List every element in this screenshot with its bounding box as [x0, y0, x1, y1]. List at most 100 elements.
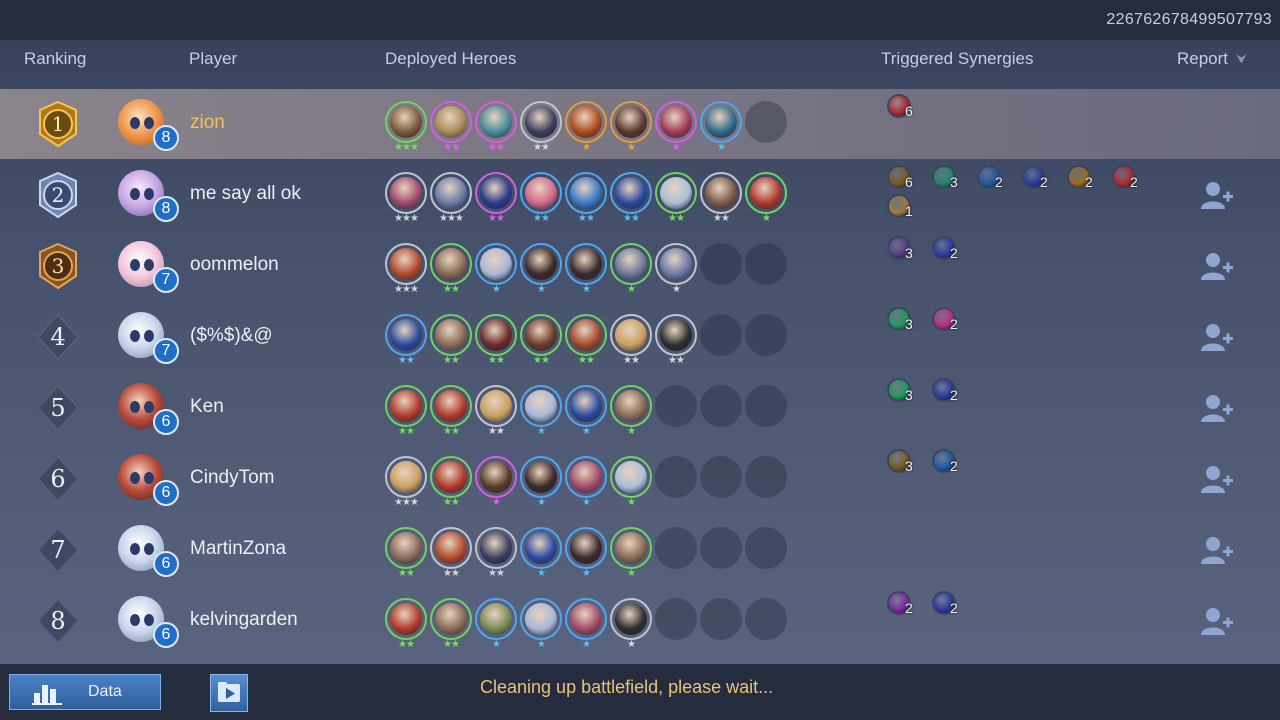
synergy-item[interactable]: 2 — [932, 449, 976, 474]
header-report[interactable]: Report ⮟ — [1177, 49, 1247, 69]
hero-portrait[interactable] — [565, 101, 607, 143]
synergy-item[interactable]: 6 — [887, 94, 931, 119]
hero-stars: ★ — [672, 142, 681, 153]
hero-portrait[interactable] — [610, 385, 652, 427]
hero-portrait[interactable] — [430, 598, 472, 640]
hero-portrait[interactable] — [430, 456, 472, 498]
hero-portrait[interactable] — [655, 243, 697, 285]
synergy-item[interactable]: 2 — [1067, 165, 1111, 190]
hero-portrait[interactable] — [385, 456, 427, 498]
synergy-item[interactable]: 2 — [932, 378, 976, 403]
hero-portrait[interactable] — [520, 456, 562, 498]
synergy-item[interactable]: 3 — [887, 236, 931, 261]
synergy-item[interactable]: 3 — [887, 449, 931, 474]
hero-portrait[interactable] — [565, 598, 607, 640]
synergy-item[interactable]: 2 — [1022, 165, 1066, 190]
synergy-item[interactable]: 2 — [932, 591, 976, 616]
hero-portrait[interactable] — [565, 314, 607, 356]
data-button[interactable]: Data — [9, 674, 161, 710]
add-friend-button[interactable] — [1198, 391, 1234, 427]
hero-portrait[interactable] — [430, 527, 472, 569]
hero-portrait[interactable] — [385, 598, 427, 640]
hero-face — [435, 603, 467, 635]
hero-portrait[interactable] — [430, 243, 472, 285]
hero-face — [750, 177, 782, 209]
hero-portrait[interactable] — [385, 101, 427, 143]
hero-portrait[interactable] — [475, 101, 517, 143]
hero-portrait[interactable] — [610, 598, 652, 640]
hero-portrait[interactable] — [475, 172, 517, 214]
hero-portrait[interactable] — [565, 456, 607, 498]
hero-portrait[interactable] — [385, 314, 427, 356]
hero-portrait[interactable] — [610, 101, 652, 143]
hero-portrait[interactable] — [430, 172, 472, 214]
hero-portrait[interactable] — [385, 385, 427, 427]
hero-portrait[interactable] — [655, 172, 697, 214]
hero-portrait[interactable] — [565, 527, 607, 569]
hero-portrait[interactable] — [520, 172, 562, 214]
hero-portrait[interactable] — [475, 456, 517, 498]
hero-portrait[interactable] — [610, 172, 652, 214]
hero-portrait[interactable] — [610, 314, 652, 356]
hero-portrait[interactable] — [475, 243, 517, 285]
player-row[interactable]: 3 7 oommelon ★★★ ★★ ★ ★ ★ ★ ★ 3 2 — [0, 231, 1280, 301]
hero-portrait[interactable] — [745, 172, 787, 214]
hero-portrait[interactable] — [565, 172, 607, 214]
synergy-item[interactable]: 3 — [932, 165, 976, 190]
player-row[interactable]: 7 6 MartinZona ★★ ★★ ★★ ★ ★ ★ — [0, 515, 1280, 585]
synergy-item[interactable]: 1 — [887, 194, 931, 219]
player-row[interactable]: 2 8 me say all ok ★★★ ★★★ ★★ ★★ ★★ ★★ ★★ ★★ ★ 6 3 2 2 2 2… — [0, 160, 1280, 230]
hero-portrait[interactable] — [655, 314, 697, 356]
hero-portrait[interactable] — [430, 385, 472, 427]
hero-portrait[interactable] — [700, 172, 742, 214]
hero-portrait[interactable] — [610, 527, 652, 569]
hero-portrait[interactable] — [520, 385, 562, 427]
hero-portrait[interactable] — [520, 101, 562, 143]
synergy-item[interactable]: 3 — [887, 307, 931, 332]
hero-stars: ★ — [537, 568, 546, 579]
hero-portrait[interactable] — [655, 101, 697, 143]
hero-portrait[interactable] — [520, 598, 562, 640]
player-row[interactable]: 5 6 Ken ★★ ★★ ★★ ★ ★ ★ 3 2 — [0, 373, 1280, 443]
hero-portrait[interactable] — [475, 527, 517, 569]
player-row[interactable]: 4 7 ($%$)&@ ★★ ★★ ★★ ★★ ★★ ★★ ★★ 3 2 — [0, 302, 1280, 372]
hero-portrait[interactable] — [610, 456, 652, 498]
synergy-item[interactable]: 2 — [1112, 165, 1156, 190]
hero-portrait[interactable] — [565, 243, 607, 285]
hero-portrait[interactable] — [520, 314, 562, 356]
synergy-item[interactable]: 2 — [887, 591, 931, 616]
synergy-item[interactable]: 2 — [932, 236, 976, 261]
hero-portrait[interactable] — [475, 598, 517, 640]
hero-portrait[interactable] — [610, 243, 652, 285]
replay-button[interactable] — [210, 674, 248, 712]
player-row[interactable]: 6 6 CindyTom ★★★ ★★ ★ ★ ★ ★ 3 2 — [0, 444, 1280, 514]
hero-portrait[interactable] — [520, 243, 562, 285]
hero-portrait[interactable] — [430, 314, 472, 356]
player-row[interactable]: 1 8 zion ★★★ ★★ ★★ ★★ ★ ★ ★ ★ 6 — [0, 89, 1280, 159]
add-friend-button[interactable] — [1198, 320, 1234, 356]
rank-number: 4 — [50, 323, 66, 351]
hero-stars: ★★★ — [394, 213, 419, 224]
synergy-item[interactable]: 6 — [887, 165, 931, 190]
hero-portrait[interactable] — [430, 101, 472, 143]
hero-portrait[interactable] — [385, 243, 427, 285]
hero-portrait[interactable] — [700, 101, 742, 143]
hero-portrait[interactable] — [520, 527, 562, 569]
hero-portrait[interactable] — [385, 527, 427, 569]
add-friend-button[interactable] — [1198, 604, 1234, 640]
synergy-count: 2 — [1130, 174, 1138, 190]
hero-portrait[interactable] — [475, 385, 517, 427]
synergy-count: 3 — [950, 174, 958, 190]
add-friend-button[interactable] — [1198, 462, 1234, 498]
player-row[interactable]: 8 6 kelvingarden ★★ ★★ ★ ★ ★ ★ 2 2 — [0, 586, 1280, 656]
synergy-item[interactable]: 2 — [977, 165, 1021, 190]
hero-portrait[interactable] — [385, 172, 427, 214]
hero-portrait[interactable] — [475, 314, 517, 356]
empty-hero-slot — [700, 598, 742, 640]
synergy-item[interactable]: 3 — [887, 378, 931, 403]
synergy-item[interactable]: 2 — [932, 307, 976, 332]
add-friend-button[interactable] — [1198, 533, 1234, 569]
add-friend-button[interactable] — [1198, 178, 1234, 214]
add-friend-button[interactable] — [1198, 249, 1234, 285]
hero-portrait[interactable] — [565, 385, 607, 427]
